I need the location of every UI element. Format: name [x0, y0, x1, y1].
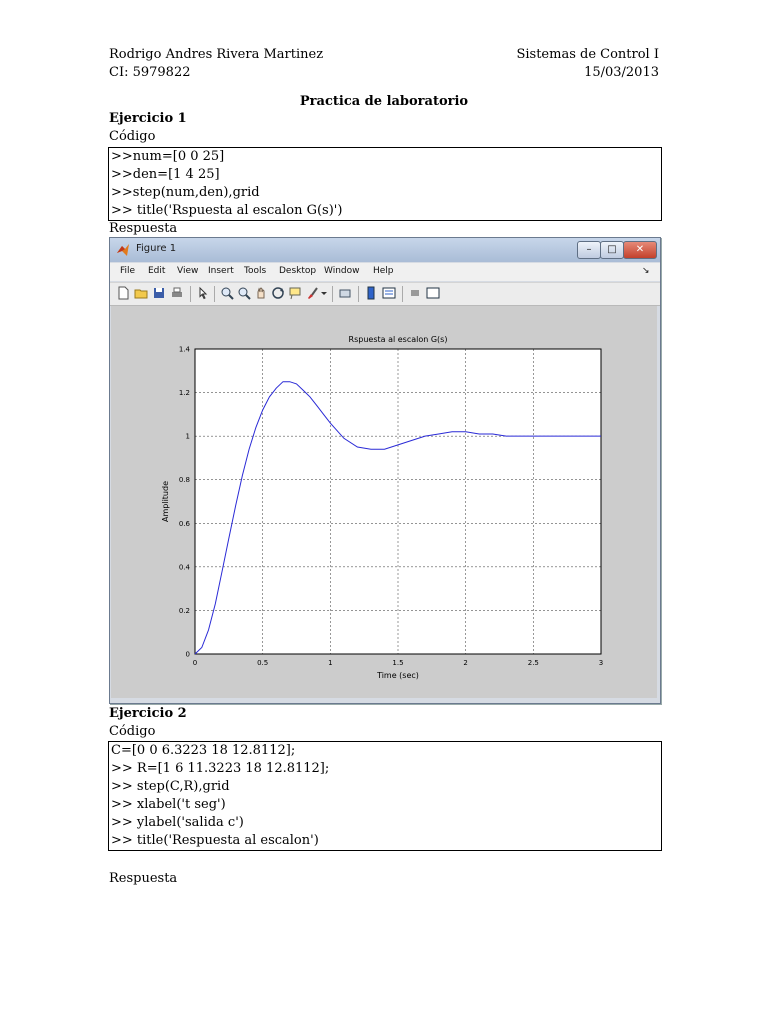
code-line: >> xlabel('t seg') [111, 797, 226, 812]
code-line: C=[0 0 6.3223 18 12.8112]; [111, 743, 296, 758]
x-tick-label: 0.5 [257, 659, 268, 667]
menu-dock-arrow-icon[interactable]: ↘ [642, 266, 650, 276]
rotate-icon[interactable] [271, 286, 285, 300]
zoom-out-icon[interactable] [237, 286, 251, 300]
data-cursor-icon[interactable] [288, 286, 302, 300]
ex2-code-label: Código [109, 724, 156, 739]
ex2-heading: Ejercicio 2 [109, 706, 187, 721]
ex2-response-label: Respuesta [109, 871, 178, 886]
code-line: >> R=[1 6 11.3223 18 12.8112]; [111, 761, 330, 776]
code-line: >>num=[0 0 25] [111, 149, 225, 164]
doc-title: Practica de laboratorio [299, 94, 469, 109]
code-line: >> title('Rspuesta al escalon G(s)') [111, 203, 343, 218]
x-tick-label: 2.5 [528, 659, 539, 667]
menu-edit[interactable]: Edit [148, 266, 165, 276]
zoom-in-icon[interactable] [220, 286, 234, 300]
menu-help[interactable]: Help [373, 266, 394, 276]
legend-icon[interactable] [382, 286, 396, 300]
step-response-plot: 0 0.5 1 1.5 2 2.5 3 0 0.2 0.4 0.6 0.8 1 1.2 1.4 Rspues… [161, 335, 603, 680]
maximize-button[interactable]: □ [600, 241, 624, 259]
y-tick-label: 0.2 [179, 607, 190, 615]
brush-icon[interactable] [305, 286, 319, 300]
x-tick-label: 1 [328, 659, 332, 667]
figure-canvas: 0 0.5 1 1.5 2 2.5 3 0 0.2 0.4 0.6 0.8 1 1.2 1.4 Rspues… [111, 306, 657, 698]
author-name: Rodrigo Andres Rivera Martinez [109, 47, 324, 62]
figure-menubar: File Edit View Insert Tools Desktop Wind… [110, 263, 660, 281]
matlab-logo-icon [117, 244, 129, 256]
menu-window[interactable]: Window [324, 266, 360, 276]
chart-title: Rspuesta al escalon G(s) [349, 335, 448, 344]
matlab-figure-window: Figure 1 – □ ✕ File Edit View Insert Too… [109, 237, 661, 704]
pan-icon[interactable] [254, 286, 268, 300]
code-line: >> ylabel('salida c') [111, 815, 244, 830]
x-tick-label: 1.5 [392, 659, 403, 667]
pointer-icon[interactable] [196, 286, 210, 300]
figure-title: Figure 1 [136, 243, 177, 254]
date: 15/03/2013 [584, 65, 659, 80]
colorbar-icon[interactable] [364, 286, 378, 300]
print-icon[interactable] [170, 286, 184, 300]
y-tick-label: 1.2 [179, 389, 190, 397]
ci-number: CI: 5979822 [109, 65, 191, 80]
brush-dropdown-icon[interactable] [320, 286, 328, 300]
menu-desktop[interactable]: Desktop [279, 266, 316, 276]
menu-file[interactable]: File [120, 266, 135, 276]
code-line: >> step(C,R),grid [111, 779, 230, 794]
y-tick-label: 1.4 [179, 346, 191, 354]
minimize-button[interactable]: – [577, 241, 601, 259]
link-icon[interactable] [338, 286, 352, 300]
code-line: >>den=[1 4 25] [111, 167, 220, 182]
menu-tools[interactable]: Tools [244, 266, 266, 276]
course-name: Sistemas de Control I [516, 47, 659, 62]
menu-view[interactable]: View [177, 266, 198, 276]
ex1-response-label: Respuesta [109, 221, 178, 236]
ex2-code-box: C=[0 0 6.3223 18 12.8112]; >> R=[1 6 11.… [108, 741, 662, 851]
y-tick-label: 0.6 [179, 520, 191, 528]
close-button[interactable]: ✕ [623, 241, 657, 259]
hide-plot-icon[interactable] [408, 286, 422, 300]
x-tick-label: 3 [599, 659, 603, 667]
y-tick-label: 0.8 [179, 476, 190, 484]
x-tick-label: 0 [193, 659, 197, 667]
x-tick-label: 2 [463, 659, 467, 667]
x-axis-label: Time (sec) [376, 671, 419, 680]
save-icon[interactable] [152, 286, 166, 300]
new-file-icon[interactable] [116, 286, 130, 300]
figure-toolbar [110, 282, 660, 306]
y-tick-label: 0 [186, 651, 190, 659]
show-plot-icon[interactable] [426, 286, 440, 300]
ex1-code-label: Código [109, 129, 156, 144]
code-line: >>step(num,den),grid [111, 185, 260, 200]
y-axis-label: Amplitude [161, 481, 170, 522]
open-folder-icon[interactable] [134, 286, 148, 300]
y-tick-label: 1 [186, 433, 190, 441]
ex1-code-box: >>num=[0 0 25] >>den=[1 4 25] >>step(num… [108, 147, 662, 221]
y-tick-label: 0.4 [179, 563, 191, 571]
menu-insert[interactable]: Insert [208, 266, 234, 276]
figure-title-bar: Figure 1 – □ ✕ [110, 238, 660, 262]
ex1-heading: Ejercicio 1 [109, 111, 187, 126]
code-line: >> title('Respuesta al escalon') [111, 833, 319, 848]
